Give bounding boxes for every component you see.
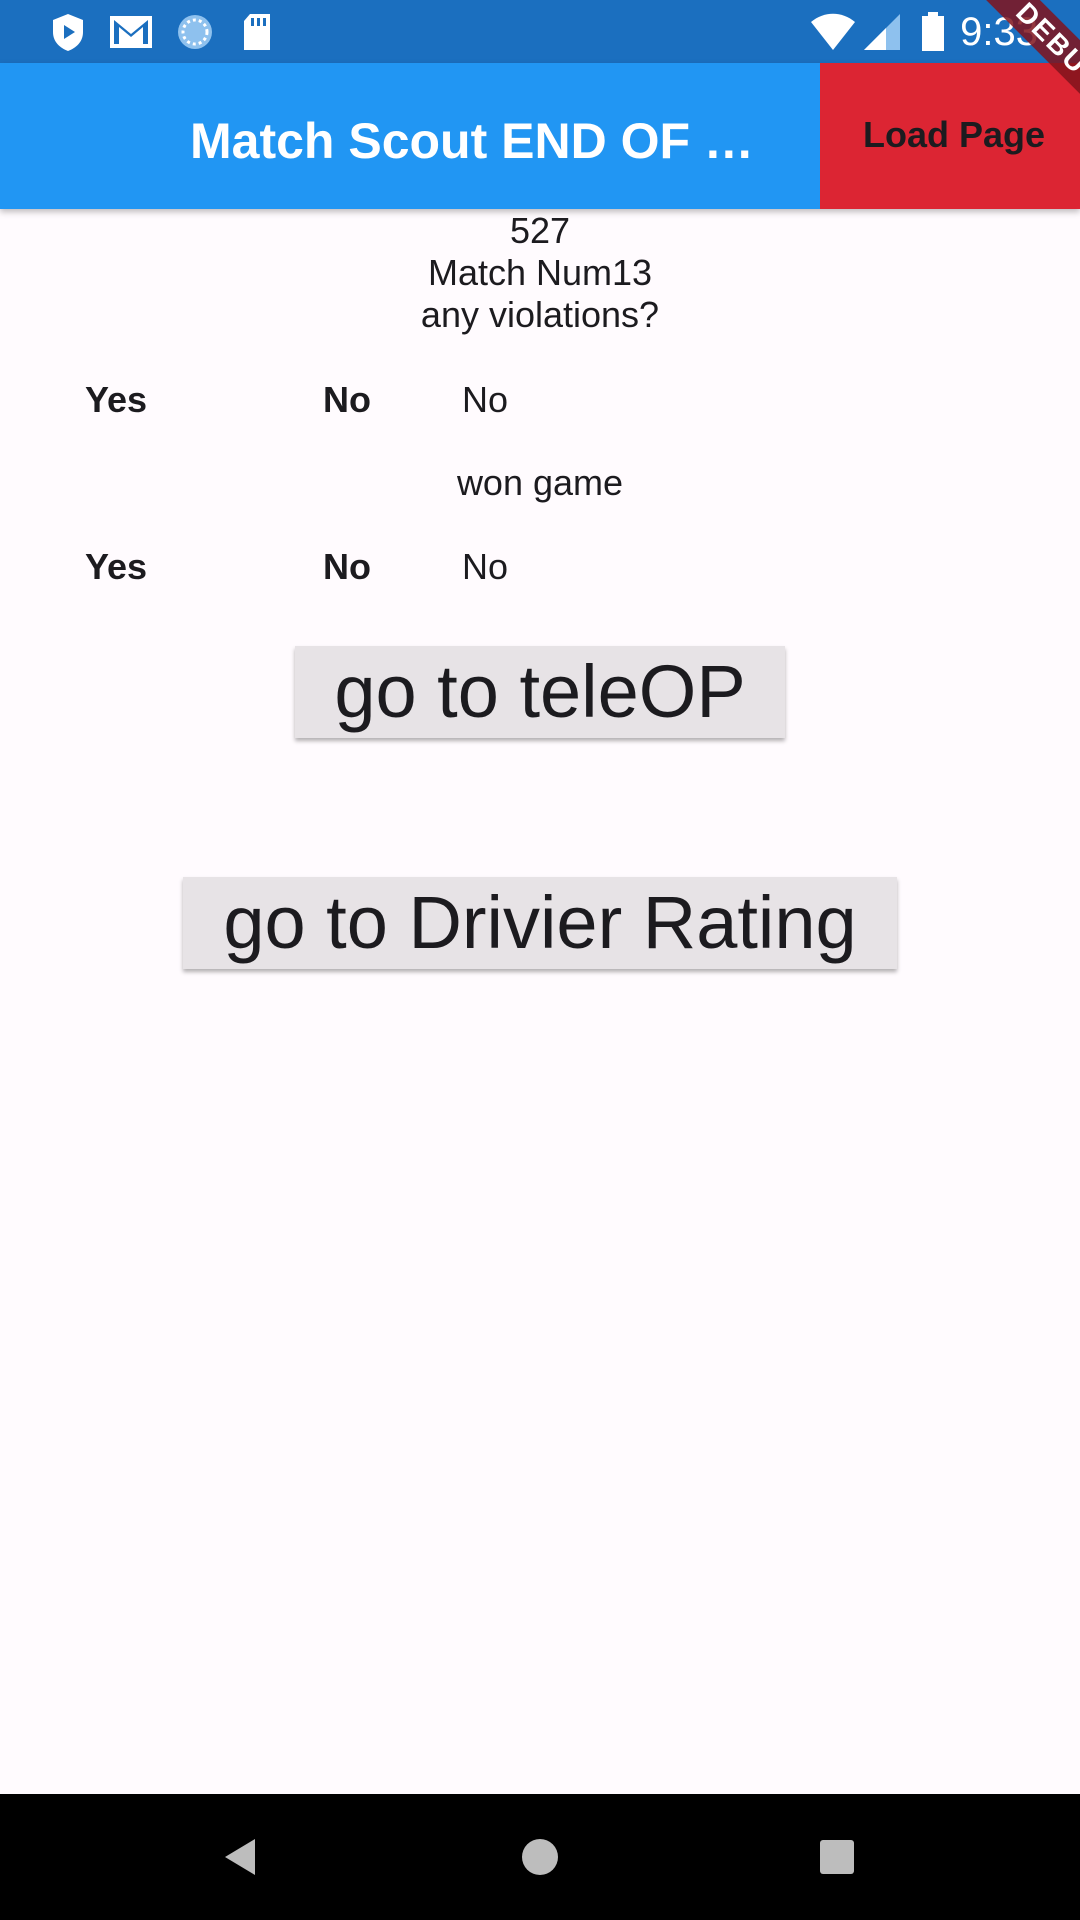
home-button[interactable] <box>507 1824 573 1890</box>
team-number: 527 <box>509 210 571 251</box>
back-icon <box>225 1839 255 1875</box>
battery-icon <box>922 12 944 51</box>
navigation-bar <box>0 1794 1080 1920</box>
sync-circle-icon <box>178 15 212 49</box>
wifi-icon <box>811 13 855 50</box>
gmail-icon <box>110 16 152 48</box>
violations-yes-option[interactable]: Yes <box>85 379 147 421</box>
violations-question: any violations? <box>420 294 660 335</box>
won-game-selected-value: No <box>462 546 509 587</box>
match-label: Match Num13 <box>427 252 653 293</box>
shield-play-icon <box>53 14 83 51</box>
app-bar: Match Scout END OF … Load Page <box>0 63 1080 209</box>
sd-card-icon <box>244 14 270 50</box>
page-title: Match Scout END OF … <box>190 113 750 169</box>
violations-selected-value: No <box>462 379 509 420</box>
status-bar: 9:33 <box>0 0 1080 63</box>
go-to-teleop-button[interactable]: go to teleOP <box>295 646 785 738</box>
won-game-no-option[interactable]: No <box>323 546 371 588</box>
status-time: 9:33 <box>960 10 1038 54</box>
recents-icon <box>820 1840 854 1874</box>
load-page-button[interactable]: Load Page <box>820 63 1080 209</box>
recents-button[interactable] <box>804 1824 870 1890</box>
home-icon <box>522 1839 558 1875</box>
won-game-label: won game <box>456 462 624 503</box>
load-page-button-label: Load Page <box>863 114 1046 155</box>
won-game-yes-option[interactable]: Yes <box>85 546 147 588</box>
back-button[interactable] <box>208 1824 274 1890</box>
cell-signal-icon <box>864 14 900 50</box>
violations-no-option[interactable]: No <box>323 379 371 421</box>
go-to-driver-rating-button[interactable]: go to Drivier Rating <box>183 877 897 969</box>
